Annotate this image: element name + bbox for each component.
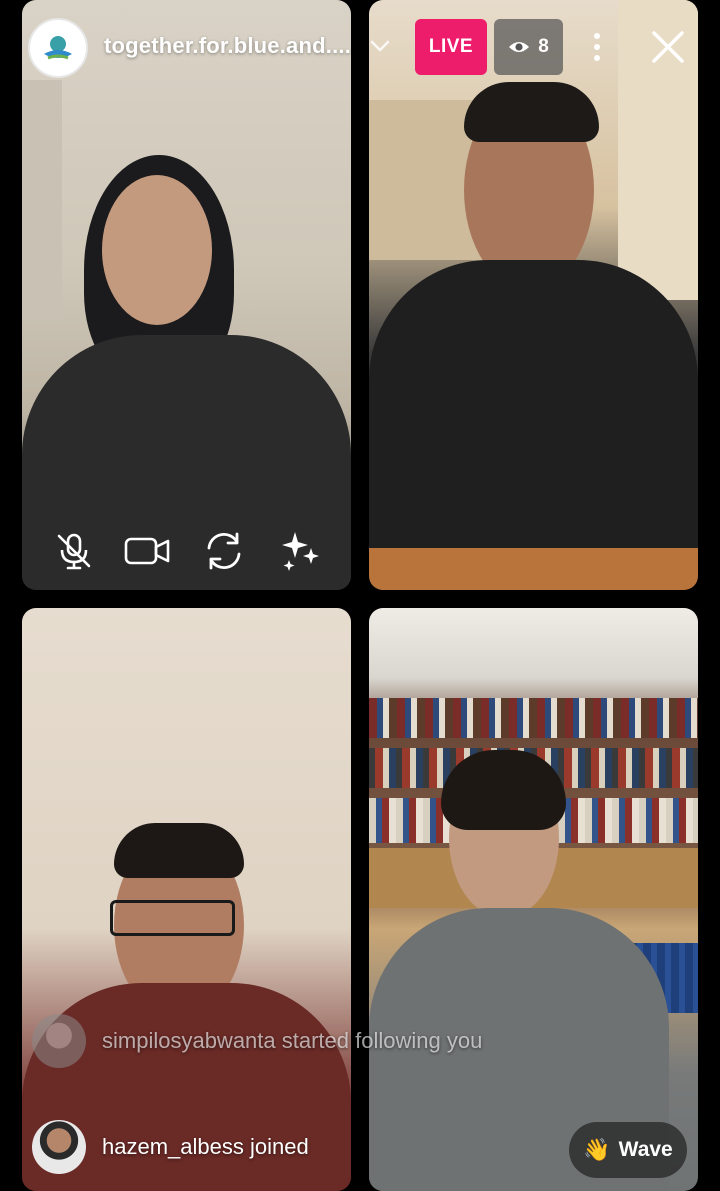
sparkles-icon: [282, 532, 319, 571]
participant-video-host[interactable]: [22, 0, 351, 590]
participant-hair: [464, 82, 599, 142]
more-options-button[interactable]: [583, 28, 611, 66]
doorframe: [22, 80, 62, 320]
viewer-count: 8: [538, 36, 549, 57]
participant-face: [102, 175, 212, 325]
wave-button[interactable]: 👋 Wave: [569, 1122, 687, 1178]
joiner-avatar: [32, 1120, 86, 1174]
close-button[interactable]: [648, 27, 688, 67]
host-username[interactable]: together.for.blue.and....: [104, 33, 351, 59]
participant-body: [369, 260, 698, 560]
notification-text: simpilosyabwanta started following you: [102, 1028, 483, 1053]
participant-glasses: [110, 900, 235, 936]
more-vertical-icon: [594, 33, 600, 61]
participant-video-2[interactable]: [369, 0, 698, 590]
follower-avatar: [32, 1014, 86, 1068]
host-avatar[interactable]: [28, 18, 88, 78]
close-icon: [652, 31, 684, 63]
chevron-down-icon[interactable]: [368, 34, 392, 58]
notification-text: hazem_albess joined: [102, 1134, 309, 1159]
waving-hand-icon: 👋: [583, 1137, 611, 1162]
eye-icon: [509, 42, 530, 52]
bookshelf-row: [369, 698, 698, 738]
participant-video-4[interactable]: [369, 608, 698, 1191]
mic-off-icon: [57, 533, 91, 570]
live-video-screen: together.for.blue.and.... LIVE 8 simpilo…: [0, 0, 720, 1191]
participant-hair: [114, 823, 244, 878]
participant-hair: [441, 750, 566, 830]
wave-label: Wave: [618, 1138, 673, 1161]
viewer-count-badge[interactable]: 8: [494, 19, 563, 75]
desk: [369, 548, 698, 590]
camera-flip-icon: [207, 532, 241, 570]
host-logo-icon: [44, 36, 72, 60]
participant-video-3[interactable]: [22, 608, 351, 1191]
notification-joined: hazem_albess joined: [32, 1120, 309, 1174]
mute-microphone-button[interactable]: [50, 527, 98, 575]
video-camera-icon: [124, 537, 170, 565]
notification-follow: simpilosyabwanta started following you: [32, 1014, 482, 1068]
toggle-camera-button[interactable]: [124, 527, 172, 575]
flip-camera-button[interactable]: [200, 527, 248, 575]
live-badge: LIVE: [415, 19, 487, 75]
effects-button[interactable]: [276, 527, 324, 575]
